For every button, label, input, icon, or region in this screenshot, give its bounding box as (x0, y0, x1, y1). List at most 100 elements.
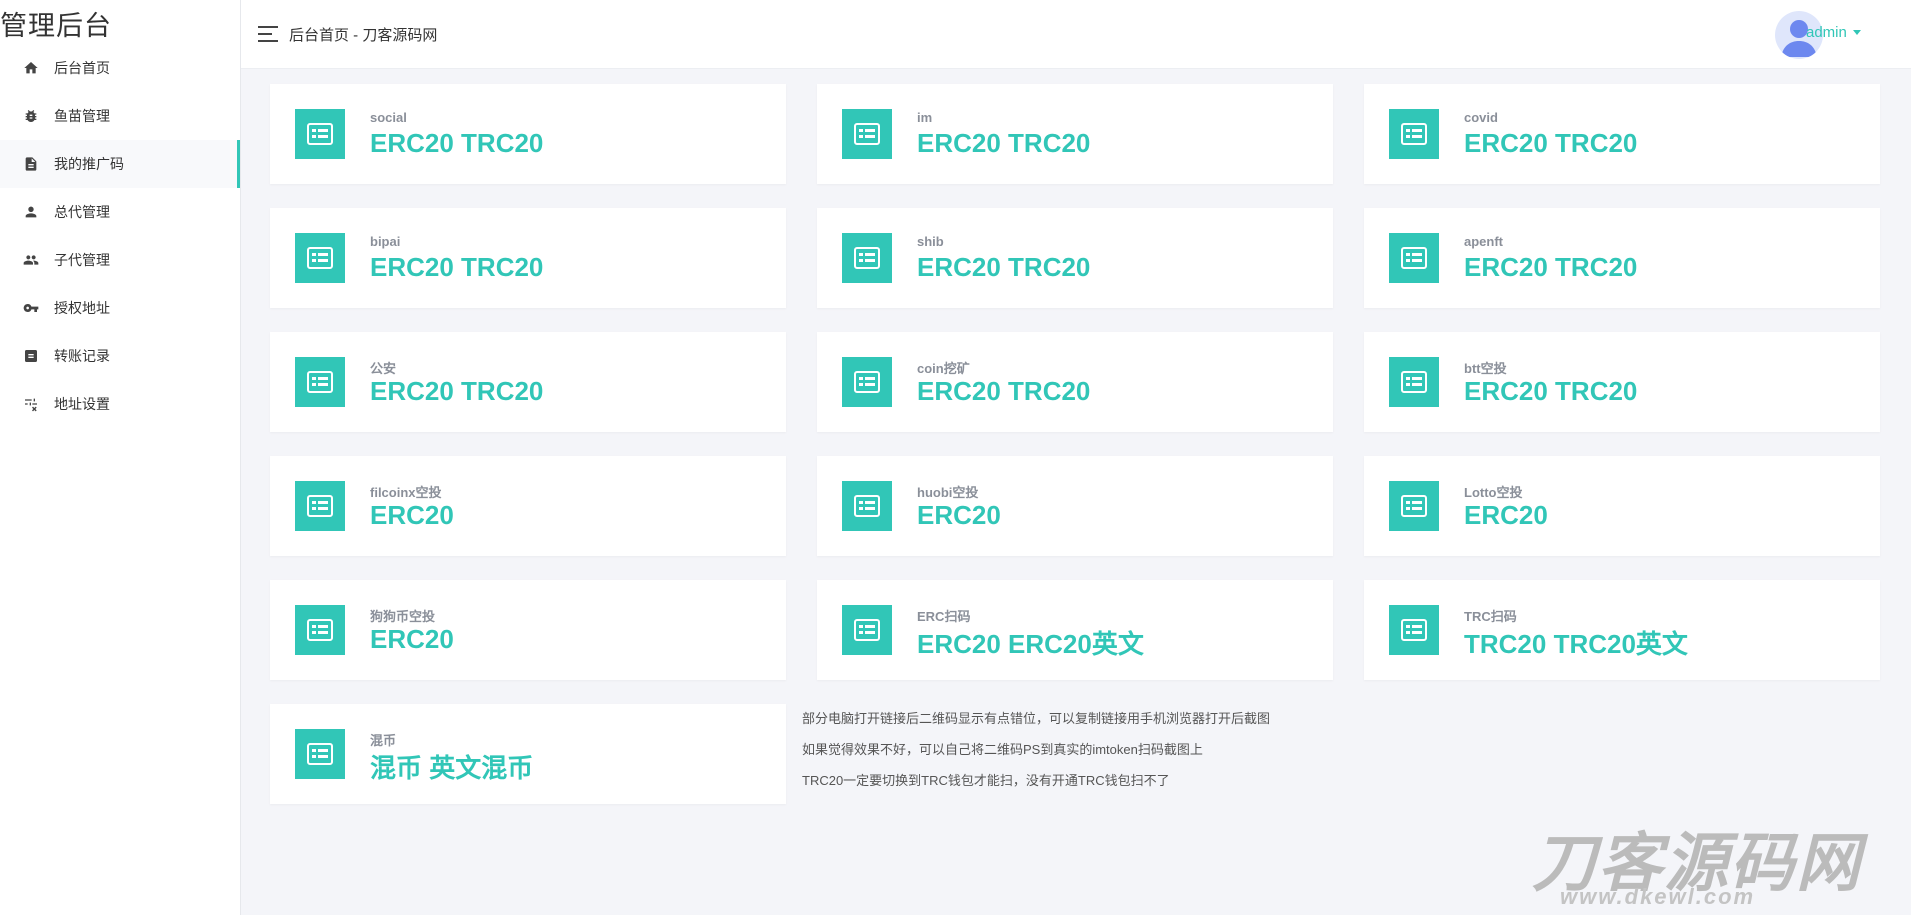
card-name: im (917, 110, 933, 125)
card-links[interactable]: ERC20 TRC20 (370, 128, 543, 159)
sidebar-item-label: 授权地址 (54, 300, 110, 316)
card-name: filcoinx空投 (370, 485, 442, 500)
document-card-icon (842, 357, 892, 407)
username: admin (1806, 24, 1847, 41)
sidebar-item-sub-agents[interactable]: 子代管理 (0, 236, 240, 284)
promo-card[interactable]: bipai ERC20 TRC20 (270, 208, 786, 308)
card-links[interactable]: ERC20 (370, 500, 454, 531)
watermark-url: www.dkewl.com (1560, 884, 1756, 909)
promo-card[interactable]: huobi空投 ERC20 (817, 456, 1333, 556)
menu-toggle-icon[interactable] (258, 26, 278, 42)
key-icon (22, 299, 40, 317)
card-links[interactable]: ERC20 TRC20 (1464, 376, 1637, 407)
card-links[interactable]: TRC20 TRC20英文 (1464, 624, 1688, 661)
usage-notes: 部分电脑打开链接后二维码显示有点错位，可以复制链接用手机浏览器打开后截图 如果觉… (802, 703, 1270, 796)
document-card-icon (1389, 233, 1439, 283)
document-card-icon (842, 481, 892, 531)
sidebar-item-label: 我的推广码 (54, 156, 124, 172)
card-name: huobi空投 (917, 485, 979, 500)
sidebar-item-fry-management[interactable]: 鱼苗管理 (0, 92, 240, 140)
card-name: ERC扫码 (917, 609, 971, 624)
sidebar-item-dashboard[interactable]: 后台首页 (0, 44, 240, 92)
document-card-icon (842, 605, 892, 655)
top-header: 后台首页 - 刀客源码网 admin (241, 0, 1911, 69)
card-name: 狗狗币空投 (370, 609, 436, 624)
promo-card[interactable]: coin挖矿 ERC20 TRC20 (817, 332, 1333, 432)
sidebar: 管理后台 后台首页 鱼苗管理 我的推广码 总代管理 子代管理 授权地址 转账记录 (0, 0, 241, 915)
sidebar-item-label: 地址设置 (54, 396, 110, 412)
card-links[interactable]: 混币 英文混币 (370, 748, 533, 785)
card-links[interactable]: ERC20 TRC20 (370, 252, 543, 283)
sidebar-item-address-settings[interactable]: 地址设置 (0, 380, 240, 428)
card-links[interactable]: ERC20 (1464, 500, 1548, 531)
card-name: bipai (370, 234, 401, 249)
promo-card[interactable]: covid ERC20 TRC20 (1364, 84, 1880, 184)
sidebar-item-label: 子代管理 (54, 252, 110, 268)
promo-card[interactable]: shib ERC20 TRC20 (817, 208, 1333, 308)
card-links[interactable]: ERC20 TRC20 (1464, 252, 1637, 283)
card-name: apenft (1464, 234, 1503, 249)
document-card-icon (295, 481, 345, 531)
promo-card[interactable]: 公安 ERC20 TRC20 (270, 332, 786, 432)
card-name: shib (917, 234, 944, 249)
card-name: social (370, 110, 407, 125)
card-name: TRC扫码 (1464, 609, 1517, 624)
people-icon (22, 251, 40, 269)
promo-card[interactable]: 狗狗币空投 ERC20 (270, 580, 786, 680)
document-card-icon (842, 109, 892, 159)
document-card-icon (1389, 605, 1439, 655)
document-card-icon (295, 357, 345, 407)
promo-card[interactable]: ERC扫码 ERC20 ERC20英文 (817, 580, 1333, 680)
sidebar-item-authorized-addresses[interactable]: 授权地址 (0, 284, 240, 332)
promo-card[interactable]: im ERC20 TRC20 (817, 84, 1333, 184)
sidebar-item-label: 鱼苗管理 (54, 108, 110, 124)
card-links[interactable]: ERC20 TRC20 (917, 252, 1090, 283)
sidebar-item-label: 总代管理 (54, 204, 110, 220)
note-line: 部分电脑打开链接后二维码显示有点错位，可以复制链接用手机浏览器打开后截图 (802, 711, 1271, 726)
sidebar-item-label: 转账记录 (54, 348, 110, 364)
document-card-icon (295, 109, 345, 159)
card-links[interactable]: ERC20 TRC20 (370, 376, 543, 407)
promo-card[interactable]: Lotto空投 ERC20 (1364, 456, 1880, 556)
sidebar-item-label: 后台首页 (54, 60, 110, 76)
document-card-icon (1389, 357, 1439, 407)
card-links[interactable]: ERC20 TRC20 (917, 376, 1090, 407)
card-name: coin挖矿 (917, 361, 970, 376)
document-card-icon (295, 233, 345, 283)
card-links[interactable]: ERC20 (917, 500, 1001, 531)
promo-card[interactable]: TRC扫码 TRC20 TRC20英文 (1364, 580, 1880, 680)
note-line: TRC20一定要切换到TRC钱包才能扫，没有开通TRC钱包扫不了 (802, 773, 1170, 788)
document-card-icon (295, 729, 345, 779)
card-links[interactable]: ERC20 TRC20 (1464, 128, 1637, 159)
promo-card[interactable]: apenft ERC20 TRC20 (1364, 208, 1880, 308)
sidebar-menu: 后台首页 鱼苗管理 我的推广码 总代管理 子代管理 授权地址 转账记录 地址设置 (0, 44, 240, 428)
card-links[interactable]: ERC20 ERC20英文 (917, 624, 1144, 661)
sidebar-item-general-agents[interactable]: 总代管理 (0, 188, 240, 236)
chevron-down-icon (1852, 30, 1861, 35)
document-card-icon (1389, 481, 1439, 531)
document-card-icon (1389, 109, 1439, 159)
document-icon (22, 155, 40, 173)
card-links[interactable]: ERC20 (370, 624, 454, 655)
card-name: btt空投 (1464, 361, 1507, 376)
brand-title: 管理后台 (0, 11, 112, 41)
card-name: covid (1464, 110, 1498, 125)
promo-card[interactable]: filcoinx空投 ERC20 (270, 456, 786, 556)
card-links[interactable]: ERC20 TRC20 (917, 128, 1090, 159)
person-icon (22, 203, 40, 221)
settings-icon (22, 395, 40, 413)
user-menu[interactable]: admin (1806, 24, 1861, 41)
sidebar-item-promo-code[interactable]: 我的推广码 (0, 140, 240, 188)
card-name: 公安 (370, 361, 397, 376)
promo-card[interactable]: 混币 混币 英文混币 (270, 704, 786, 804)
promo-card[interactable]: btt空投 ERC20 TRC20 (1364, 332, 1880, 432)
document-card-icon (295, 605, 345, 655)
bug-icon (22, 107, 40, 125)
document-card-icon (842, 233, 892, 283)
card-name: Lotto空投 (1464, 485, 1523, 500)
list-icon (22, 347, 40, 365)
breadcrumb: 后台首页 - 刀客源码网 (289, 27, 438, 44)
sidebar-item-transfer-records[interactable]: 转账记录 (0, 332, 240, 380)
promo-card[interactable]: social ERC20 TRC20 (270, 84, 786, 184)
home-icon (22, 59, 40, 77)
